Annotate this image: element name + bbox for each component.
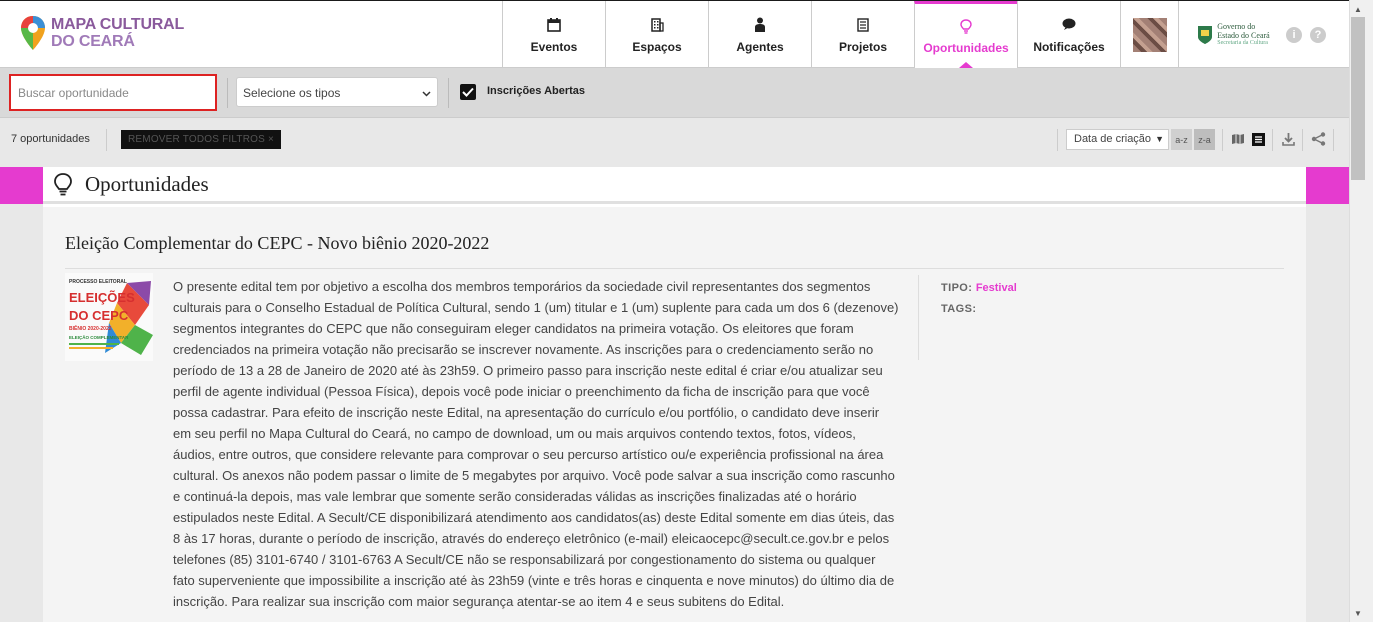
divider <box>1302 129 1303 151</box>
filter-bar: Selecione os tipos Inscrições Abertas <box>0 68 1349 118</box>
info-icon[interactable]: i <box>1286 27 1302 43</box>
thumb-line-1: ELEIÇÕES <box>69 290 135 305</box>
calendar-icon <box>547 16 561 34</box>
opportunity-description: O presente edital tem por objetivo a esc… <box>173 279 899 609</box>
nav-label: Notificações <box>1033 39 1105 54</box>
top-header: MAPA CULTURAL DO CEARÁ Eventos Espaços A… <box>0 0 1349 68</box>
checkmark-icon <box>462 87 474 97</box>
sort-az-button[interactable]: a-z <box>1171 129 1192 150</box>
accent-stripe-left <box>0 167 43 204</box>
site-logo[interactable]: MAPA CULTURAL DO CEARÁ <box>20 15 184 51</box>
state-seal-icon <box>1198 25 1213 44</box>
list-view-icon[interactable] <box>1250 131 1266 147</box>
lightbulb-icon <box>54 173 72 196</box>
thumb-top-text: PROCESSO ELEITORAL <box>69 279 127 285</box>
building-icon <box>650 16 664 34</box>
opportunities-list: Oportunidades Eleição Complementar do CE… <box>43 167 1306 622</box>
nav-item-notificacoes[interactable]: Notificações <box>1017 1 1120 68</box>
opportunity-title[interactable]: Eleição Complementar do CEPC - Novo biên… <box>65 233 1284 269</box>
results-bar: 7 oportunidades REMOVER TODOS FILTROS × … <box>0 119 1349 166</box>
gov-line-1: Governo do <box>1217 22 1256 31</box>
divider <box>448 78 449 108</box>
tipo-value-link[interactable]: Festival <box>976 282 1017 294</box>
nav-item-espacos[interactable]: Espaços <box>605 1 708 68</box>
divider <box>1222 129 1223 151</box>
nav-item-eventos[interactable]: Eventos <box>502 1 605 68</box>
divider <box>227 78 228 108</box>
scrollbar-thumb[interactable] <box>1351 17 1365 180</box>
tags-row: TAGS: <box>941 299 1017 320</box>
help-icon[interactable]: ? <box>1310 27 1326 43</box>
sort-za-button[interactable]: z-a <box>1194 129 1215 150</box>
map-view-icon[interactable] <box>1230 131 1246 147</box>
header-help-icons: i ? <box>1286 27 1326 43</box>
opportunity-card: Eleição Complementar do CEPC - Novo biên… <box>43 207 1306 622</box>
nav-label: Agentes <box>736 39 784 54</box>
type-select[interactable]: Selecione os tipos <box>236 77 438 107</box>
results-count: 7 oportunidades <box>11 133 90 145</box>
nav-item-projetos[interactable]: Projetos <box>811 1 914 68</box>
sort-select-value: Data de criação <box>1074 133 1152 145</box>
chat-bubble-icon <box>1062 16 1076 34</box>
divider <box>1272 129 1273 151</box>
search-input[interactable] <box>9 74 217 111</box>
main-nav: Eventos Espaços Agentes Projetos Oportun… <box>502 1 1288 68</box>
accent-stripe-right <box>1306 167 1349 204</box>
close-icon: × <box>267 134 275 145</box>
tipo-label: TIPO: <box>941 282 973 294</box>
tags-label: TAGS: <box>941 303 977 315</box>
chevron-down-icon <box>422 86 431 100</box>
thumb-years: BIÊNIO 2020-2022 <box>69 324 112 332</box>
divider <box>1057 129 1058 151</box>
open-registrations-checkbox[interactable] <box>460 84 476 100</box>
government-logo[interactable]: Governo do Estado do Ceará Secretaria da… <box>1178 1 1288 68</box>
type-select-value: Selecione os tipos <box>243 86 341 100</box>
nav-label: Eventos <box>530 39 578 54</box>
nav-item-agentes[interactable]: Agentes <box>708 1 811 68</box>
document-icon <box>857 16 869 34</box>
gov-line-2: Estado do Ceará <box>1217 31 1270 40</box>
map-pin-logo-icon <box>20 15 46 51</box>
gov-line-3: Secretaria da Cultura <box>1217 40 1268 46</box>
logo-line-1: MAPA CULTURAL <box>51 16 185 33</box>
nav-item-oportunidades[interactable]: Oportunidades <box>914 1 1017 68</box>
divider <box>106 129 107 151</box>
gov-text: Governo do Estado do Ceará Secretaria da… <box>1217 22 1269 47</box>
user-menu[interactable] <box>1120 1 1178 68</box>
opportunity-thumbnail[interactable]: PROCESSO ELEITORAL ELEIÇÕES DO CEPC BIÊN… <box>65 273 153 361</box>
person-icon <box>754 16 766 34</box>
section-title: Oportunidades <box>85 171 209 196</box>
scroll-up-icon[interactable]: ▲ <box>1351 3 1365 15</box>
scroll-down-icon[interactable]: ▼ <box>1351 607 1365 619</box>
logo-line-2: DO CEARÁ <box>51 33 135 50</box>
tipo-row: TIPO: Festival <box>941 278 1017 299</box>
open-registrations-label[interactable]: Inscrições Abertas <box>487 85 585 97</box>
nav-label: Espaços <box>632 39 682 54</box>
thumb-line-2: DO CEPC <box>69 308 129 323</box>
remove-filters-label: REMOVER TODOS FILTROS <box>128 134 265 145</box>
divider <box>918 275 919 360</box>
divider <box>1333 129 1334 151</box>
opportunity-meta: TIPO: Festival TAGS: <box>941 278 1017 320</box>
thumb-sub: ELEIÇÃO COMPLEMENTAR <box>69 334 129 340</box>
nav-label: Oportunidades <box>923 41 1009 55</box>
logo-text: MAPA CULTURAL DO CEARÁ <box>51 16 184 50</box>
section-header: Oportunidades <box>43 167 1306 204</box>
sort-select[interactable]: Data de criação ▼ <box>1066 129 1169 150</box>
download-icon[interactable] <box>1280 131 1296 147</box>
caret-down-icon: ▼ <box>1155 134 1164 144</box>
nav-label: Projetos <box>838 39 887 54</box>
share-icon[interactable] <box>1310 131 1326 147</box>
lightbulb-icon <box>960 17 972 35</box>
avatar <box>1132 17 1167 52</box>
remove-filters-button[interactable]: REMOVER TODOS FILTROS × <box>121 130 282 149</box>
